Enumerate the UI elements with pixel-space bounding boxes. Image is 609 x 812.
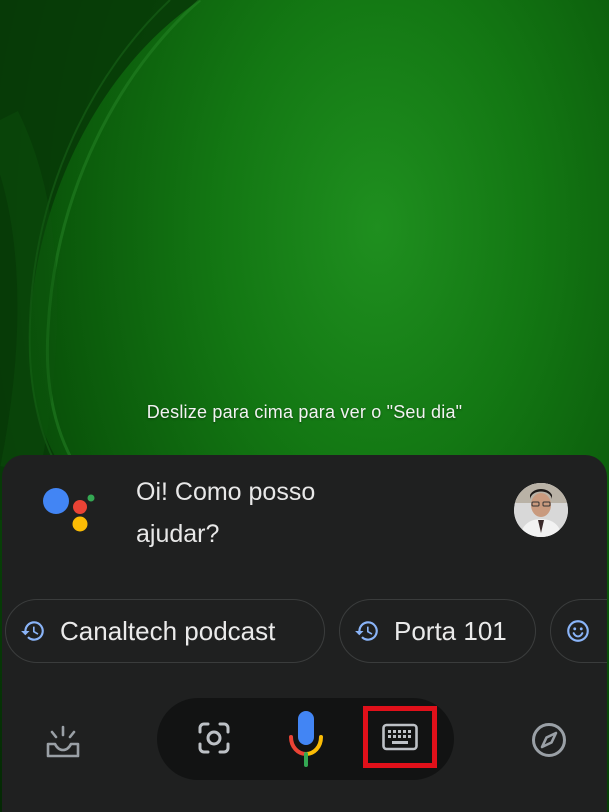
greeting-line-2: ajudar? — [136, 520, 220, 548]
greeting-line-1: Oi! Como posso — [136, 478, 316, 506]
explore-button[interactable] — [524, 715, 574, 765]
assistant-sheet: Oi! Como posso ajudar? Canaltech podcast — [2, 455, 607, 812]
swipe-up-hint: Deslize para cima para ver o "Seu dia" — [146, 402, 463, 422]
chip-label: Canaltech podcast — [60, 615, 276, 646]
smile-icon — [565, 618, 591, 644]
chip-label: Porta 101 — [394, 615, 507, 646]
suggestion-chip-partial[interactable]: N — [550, 599, 607, 663]
suggestion-chips: Canaltech podcast Porta 101 N — [2, 599, 607, 669]
snapshot-icon — [46, 725, 80, 758]
assistant-toolbar — [2, 695, 607, 795]
assistant-greeting: Oi! Como posso ajudar? — [136, 471, 376, 555]
compass-icon — [532, 723, 566, 757]
suggestion-chip-canaltech-podcast[interactable]: Canaltech podcast — [5, 599, 325, 663]
lens-button[interactable] — [189, 713, 239, 763]
suggestion-chip-porta-101[interactable]: Porta 101 — [339, 599, 536, 663]
keyboard-highlight-box — [363, 706, 437, 768]
google-assistant-logo — [43, 488, 95, 532]
account-avatar[interactable] — [514, 483, 568, 537]
lens-icon — [198, 722, 230, 754]
chip-label: N — [605, 616, 607, 647]
history-icon — [20, 618, 46, 644]
avatar-photo — [514, 483, 568, 537]
snapshot-button[interactable] — [36, 715, 90, 769]
mic-icon — [289, 711, 323, 767]
microphone-button[interactable] — [281, 705, 331, 773]
history-icon — [354, 618, 380, 644]
